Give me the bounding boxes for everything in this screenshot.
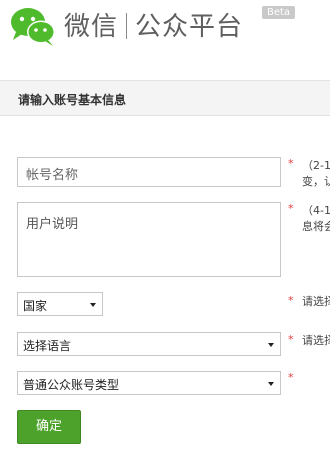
- description-hint-2: 息将会: [302, 220, 330, 233]
- account-name-hint-2: 变，认: [302, 175, 330, 188]
- brand-divider: [126, 13, 128, 39]
- beta-badge: Beta: [262, 6, 296, 19]
- app-name: 微信: [64, 12, 119, 42]
- account-name-placeholder: 帐号名称: [26, 168, 79, 183]
- language-hint: 请选择: [302, 334, 330, 347]
- account-type-selected: 普通公众账号类型: [23, 378, 120, 392]
- required-star: *: [288, 202, 294, 215]
- chevron-down-icon: [268, 343, 274, 347]
- required-star: *: [288, 157, 294, 170]
- required-star: *: [288, 371, 294, 384]
- description-textarea[interactable]: 用户说明: [17, 202, 281, 277]
- brand-title: 微信 公众平台: [64, 6, 243, 43]
- description-placeholder: 用户说明: [26, 217, 79, 232]
- country-selected: 国家: [23, 299, 48, 313]
- required-star: *: [288, 294, 294, 307]
- account-name-input[interactable]: 帐号名称: [17, 157, 281, 187]
- confirm-button[interactable]: 确定: [17, 410, 81, 444]
- header: 微信 公众平台 Beta: [0, 0, 330, 52]
- account-name-hint-1: （2-16: [302, 159, 330, 172]
- language-select[interactable]: 选择语言: [17, 332, 281, 356]
- chevron-down-icon: [90, 303, 96, 307]
- required-star: *: [288, 333, 294, 346]
- wechat-logo-icon: [11, 8, 55, 46]
- account-type-select[interactable]: 普通公众账号类型: [17, 371, 281, 395]
- description-hint-1: （4-1: [302, 204, 330, 217]
- language-selected: 选择语言: [23, 339, 72, 353]
- section-title: 请输入账号基本信息: [18, 93, 127, 107]
- chevron-down-icon: [268, 382, 274, 386]
- platform-name: 公众平台: [135, 12, 244, 42]
- country-select[interactable]: 国家: [17, 292, 103, 316]
- country-hint: 请选择: [302, 295, 330, 308]
- section-header: 请输入账号基本信息: [0, 80, 330, 116]
